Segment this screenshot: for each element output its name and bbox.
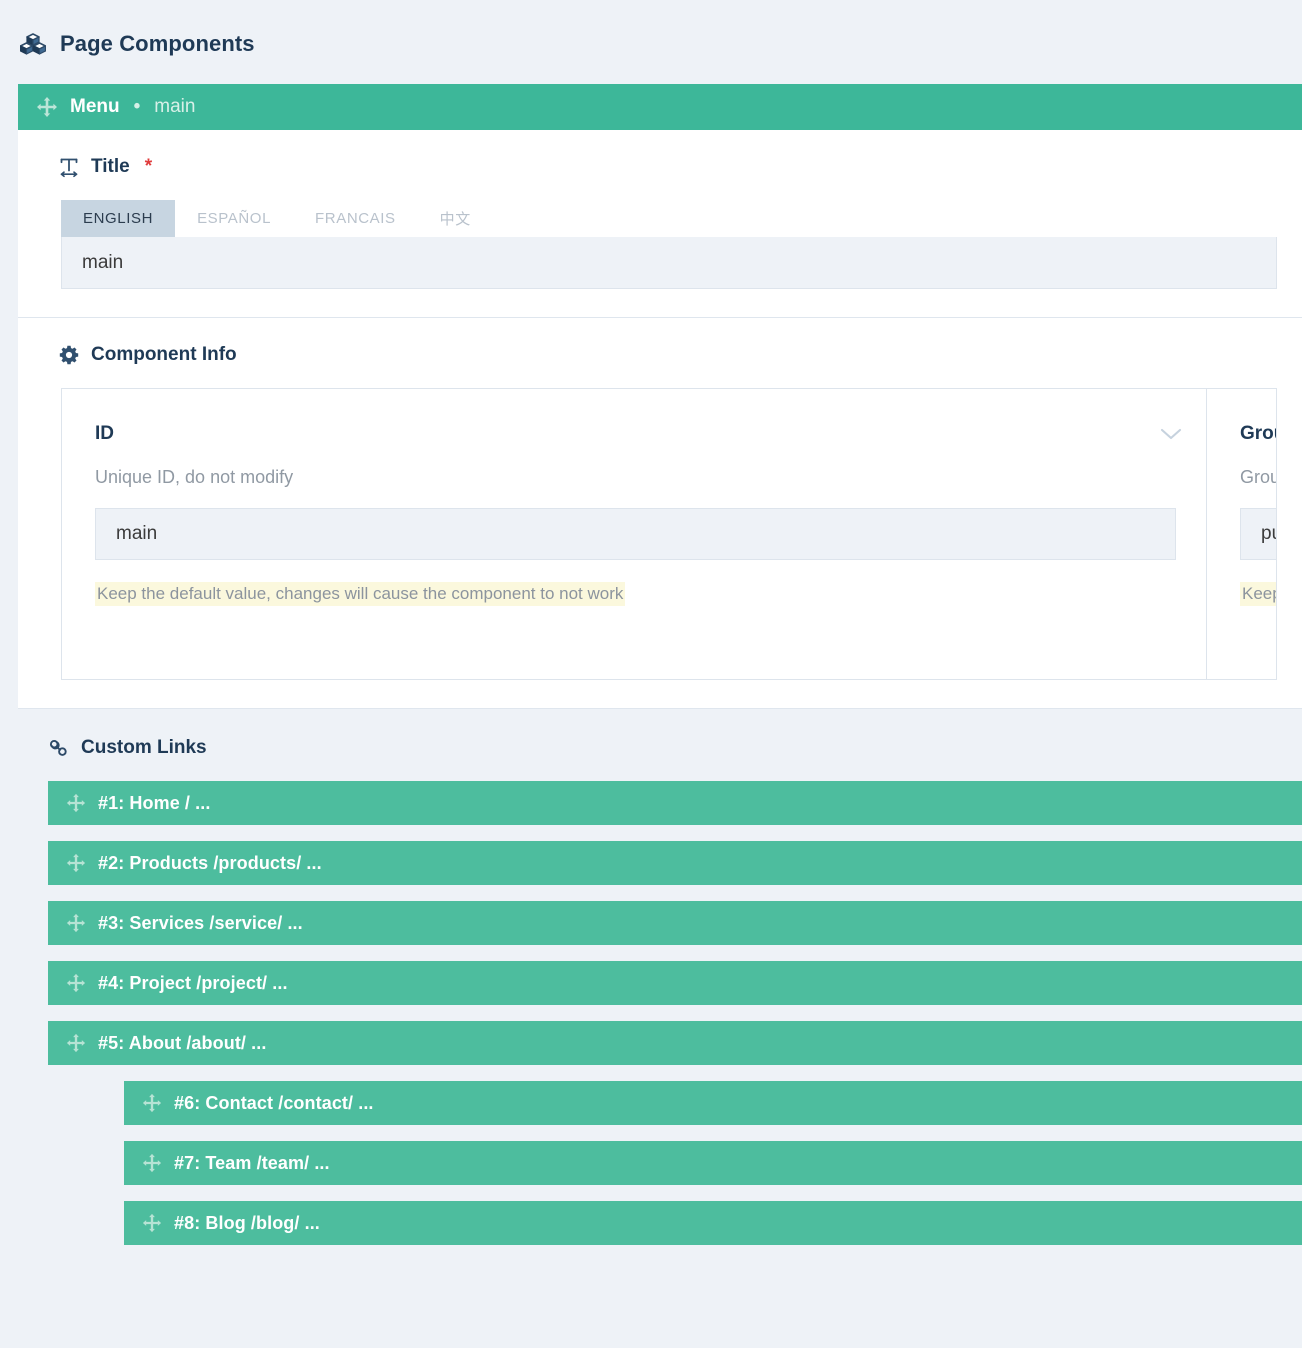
- list-item-label: #8: Blog /blog/ ...: [174, 1212, 320, 1233]
- field-group-input[interactable]: public: [1240, 508, 1276, 560]
- cubes-icon: [18, 31, 48, 57]
- list-item[interactable]: #6: Contact /contact/ ...: [124, 1081, 1302, 1125]
- tab-francais[interactable]: FRANCAIS: [293, 200, 418, 237]
- list-item[interactable]: #8: Blog /blog/ ...: [124, 1201, 1302, 1245]
- link-icon: [48, 737, 70, 759]
- move-icon[interactable]: [142, 1093, 162, 1113]
- field-id-description: Unique ID, do not modify: [95, 467, 294, 487]
- list-item-label: #7: Team /team/ ...: [174, 1152, 330, 1173]
- field-group-label: Group: [1240, 423, 1276, 444]
- tab-english[interactable]: ENGLISH: [61, 200, 176, 237]
- gear-icon: [58, 344, 80, 366]
- list-item-label: #4: Project /project/ ...: [98, 972, 288, 993]
- custom-links-section: Custom Links #1: Home / ... #2: Products…: [0, 709, 1302, 1291]
- list-item-label: #2: Products /products/ ...: [98, 852, 322, 873]
- move-icon[interactable]: [36, 96, 58, 118]
- list-item-label: #1: Home / ...: [98, 792, 211, 813]
- field-id-help: Keep the default value, changes will cau…: [95, 582, 626, 606]
- list-item[interactable]: #7: Team /team/ ...: [124, 1141, 1302, 1185]
- component-separator: •: [133, 96, 141, 117]
- move-icon[interactable]: [66, 853, 86, 873]
- list-item[interactable]: #2: Products /products/ ...: [48, 841, 1302, 885]
- move-icon[interactable]: [66, 793, 86, 813]
- list-item[interactable]: #1: Home / ...: [48, 781, 1302, 825]
- tab-espanol[interactable]: ESPAÑOL: [175, 200, 293, 237]
- custom-links-header: Custom Links: [0, 737, 1302, 759]
- component-info-label: Component Info: [91, 344, 237, 365]
- move-icon[interactable]: [66, 973, 86, 993]
- field-id-label: ID: [95, 423, 114, 444]
- list-item-label: #6: Contact /contact/ ...: [174, 1092, 374, 1113]
- move-icon[interactable]: [142, 1153, 162, 1173]
- list-item-label: #5: About /about/ ...: [98, 1032, 267, 1053]
- list-item-label: #3: Services /service/ ...: [98, 912, 303, 933]
- field-group-description: Group n: [1240, 467, 1276, 487]
- required-marker: *: [144, 156, 153, 177]
- field-id-input[interactable]: main: [95, 508, 1176, 560]
- field-id: ID Unique ID, do not modify main Keep th…: [62, 389, 1206, 679]
- component-name: Menu: [70, 96, 120, 117]
- title-field-block: Title * ENGLISH ESPAÑOL FRANCAIS 中文 main: [18, 130, 1302, 318]
- component-subtitle: main: [154, 96, 196, 117]
- field-group: Group Group n public Keep the: [1206, 389, 1276, 679]
- title-field-label: Title: [91, 156, 130, 177]
- move-icon[interactable]: [66, 913, 86, 933]
- title-input[interactable]: main: [61, 237, 1277, 289]
- component-info-header: Component Info: [18, 344, 1302, 366]
- move-icon[interactable]: [66, 1033, 86, 1053]
- page-title: Page Components: [60, 31, 255, 56]
- component-info-grid: ID Unique ID, do not modify main Keep th…: [61, 388, 1277, 680]
- list-item[interactable]: #5: About /about/ ...: [48, 1021, 1302, 1065]
- component-header-bar[interactable]: Menu • main: [18, 84, 1302, 130]
- tab-chinese[interactable]: 中文: [418, 200, 493, 237]
- page-title-bar: Page Components: [0, 0, 1302, 84]
- component-info-block: Component Info ID Unique ID, do not modi…: [18, 318, 1302, 709]
- custom-links-label: Custom Links: [81, 737, 207, 758]
- language-tabs: ENGLISH ESPAÑOL FRANCAIS 中文: [18, 200, 1302, 237]
- list-item[interactable]: #4: Project /project/ ...: [48, 961, 1302, 1005]
- page-root: Page Components Menu • main Title * ENGL…: [0, 0, 1302, 1348]
- list-item[interactable]: #3: Services /service/ ...: [48, 901, 1302, 945]
- title-field-header: Title *: [18, 156, 1302, 178]
- chevron-down-icon[interactable]: [1160, 427, 1182, 441]
- text-width-icon: [58, 156, 80, 178]
- move-icon[interactable]: [142, 1213, 162, 1233]
- field-group-help: Keep the: [1240, 582, 1276, 606]
- component-card: Menu • main Title * ENGLISH ESPAÑOL FRAN…: [18, 84, 1302, 709]
